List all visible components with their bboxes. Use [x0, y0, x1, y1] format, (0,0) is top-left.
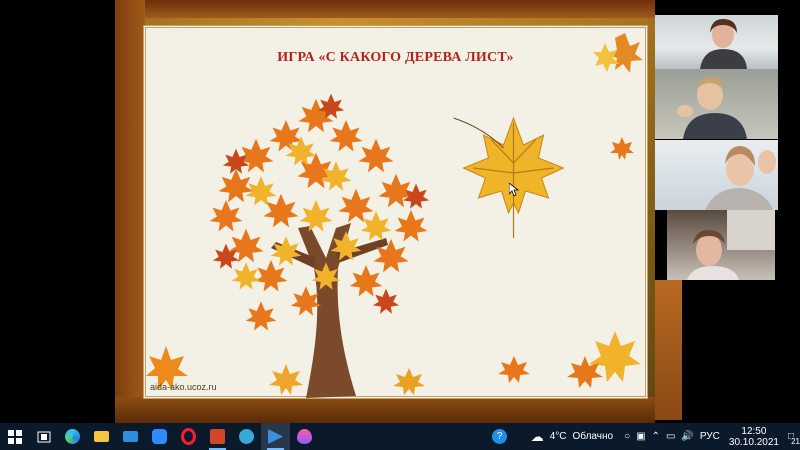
leaf-bottom-center [393, 368, 425, 395]
monitor-icon[interactable]: ▭ [666, 431, 675, 442]
task-view-icon[interactable] [29, 423, 58, 450]
presentation-slide: ИГРА «С КАКОГО ДЕРЕВА ЛИСТ» aida-ako.uco… [115, 0, 655, 423]
watermark-text: aida-ako.ucoz.ru [150, 382, 217, 392]
weather-temp[interactable]: 4°C [550, 431, 567, 442]
slide-top-band [115, 0, 655, 18]
droplet-app-icon[interactable] [290, 423, 319, 450]
powerpoint-icon[interactable] [203, 423, 232, 450]
mouse-cursor-icon [509, 183, 519, 197]
slide-bottom-band [115, 397, 655, 423]
language-indicator[interactable]: РУС [700, 431, 720, 442]
participant-video-4[interactable] [667, 210, 775, 280]
edge-icon[interactable] [58, 423, 87, 450]
participant-video-teacher[interactable] [655, 15, 778, 69]
media-player-icon[interactable] [261, 423, 290, 450]
volume-icon[interactable]: 🔊 [681, 431, 693, 442]
windows-start-icon[interactable] [0, 423, 29, 450]
autumn-tree-image [209, 93, 430, 398]
slide-title: ИГРА «С КАКОГО ДЕРЕВА ЛИСТ» [277, 50, 514, 65]
maple-leaf-image [453, 116, 565, 238]
file-explorer-icon[interactable] [87, 423, 116, 450]
network-icon[interactable]: ▣ [636, 431, 645, 442]
clock[interactable]: 12:50 30.10.2021 [729, 426, 779, 448]
slide-left-band [115, 0, 145, 423]
corner-leaves-bottom-right [567, 331, 641, 388]
tray-app-icon[interactable]: ○ [624, 431, 630, 442]
video-participants-panel [655, 0, 800, 423]
corner-leaves-top-right [593, 33, 643, 73]
clock-date: 30.10.2021 [728, 436, 779, 448]
clock-time: 12:50 [741, 425, 767, 437]
notifications-count: 21 [791, 437, 800, 446]
network-app-icon[interactable] [232, 423, 261, 450]
cloud-icon: ☁ [530, 428, 544, 444]
leaf-bottom-center-left [269, 364, 303, 395]
help-icon[interactable]: ? [485, 423, 514, 450]
notifications-icon[interactable]: □21 [788, 431, 800, 446]
mail-icon[interactable] [116, 423, 145, 450]
weather-condition[interactable]: Облачно [573, 431, 614, 442]
zoom-icon[interactable] [145, 423, 174, 450]
slide-content-panel: ИГРА «С КАКОГО ДЕРЕВА ЛИСТ» aida-ako.uco… [143, 25, 648, 399]
small-leaf-right [610, 137, 634, 160]
slide-edge-strip [655, 280, 682, 420]
chevron-up-icon[interactable]: ⌃ [652, 431, 660, 442]
system-tray: ☁ 4°C Облачно ○ ▣ ⌃ ▭ 🔊 РУС 12:50 30.10.… [528, 423, 800, 450]
leaf-bottom-center-right [498, 356, 530, 383]
participant-video-3[interactable] [655, 140, 778, 210]
opera-icon[interactable] [174, 423, 203, 450]
participant-video-2[interactable] [655, 69, 778, 139]
windows-taskbar: ? ☁ 4°C Облачно ○ ▣ ⌃ ▭ 🔊 РУС 12:50 30.1… [0, 423, 800, 450]
